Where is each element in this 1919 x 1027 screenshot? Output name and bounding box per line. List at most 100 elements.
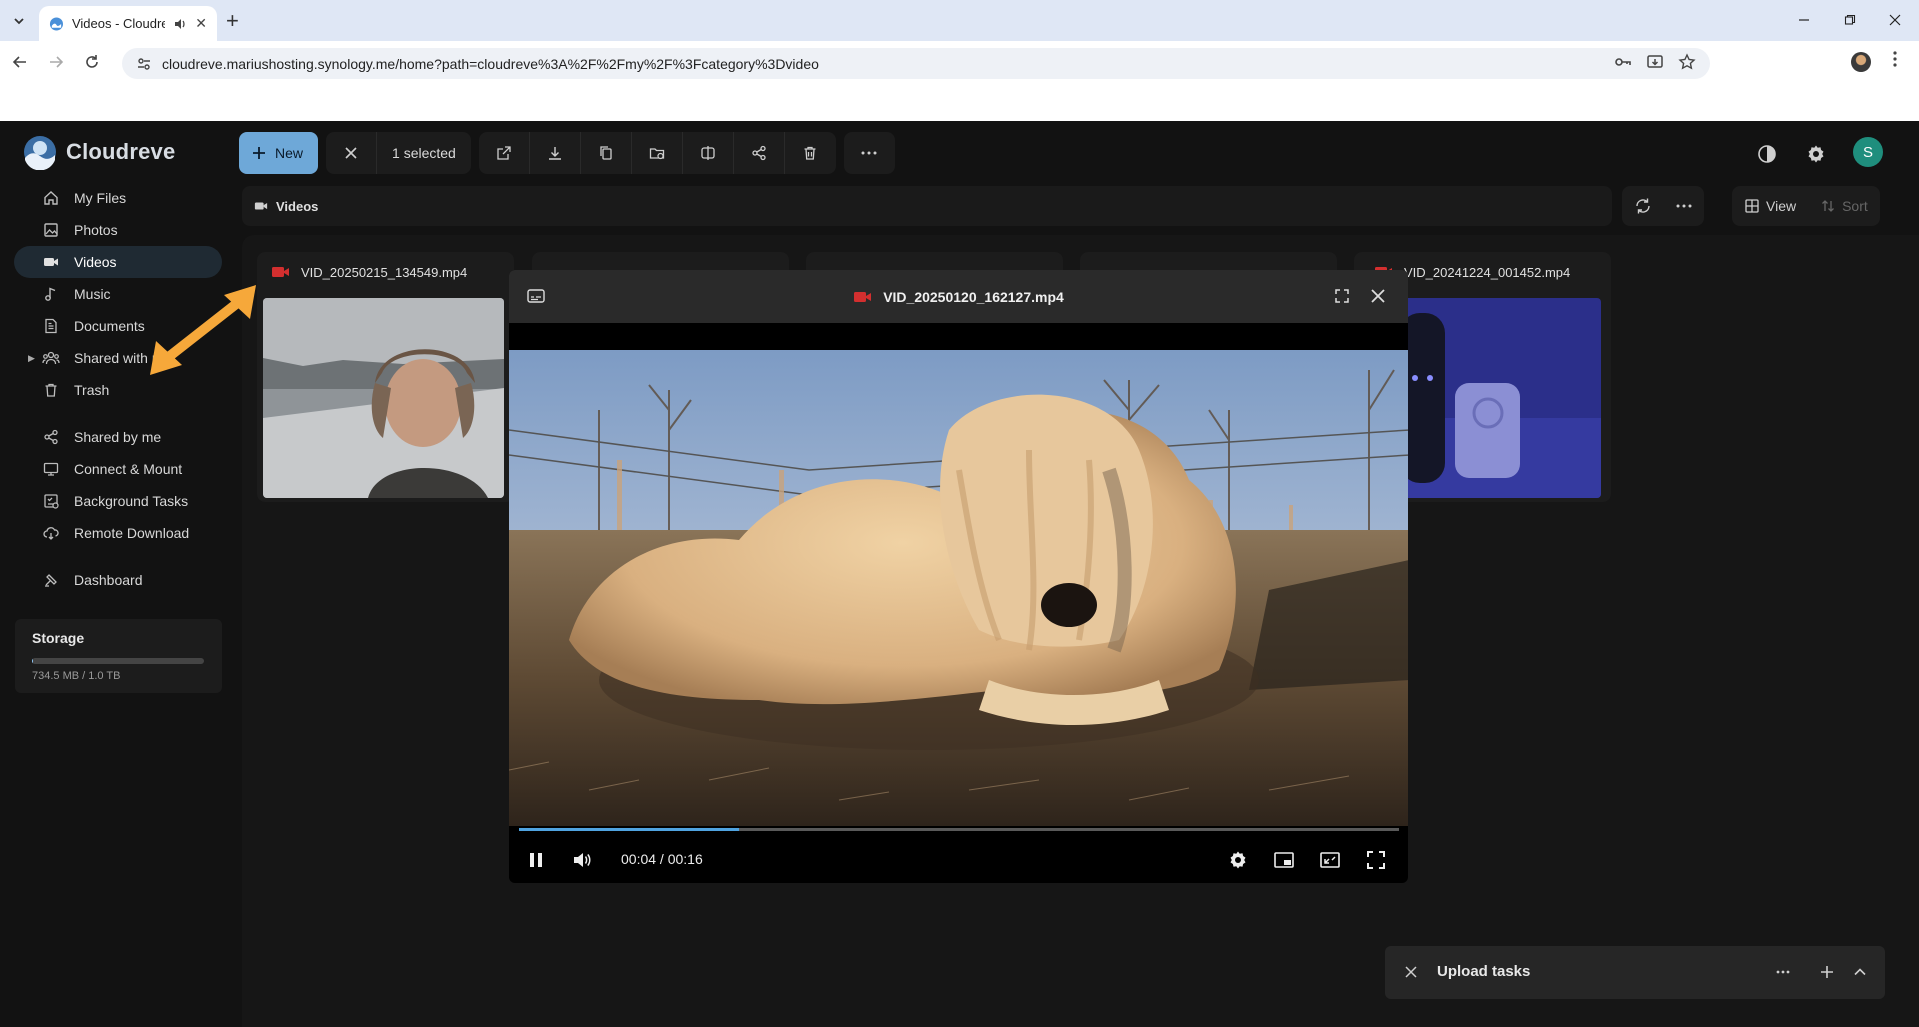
compare-button[interactable] — [683, 132, 734, 174]
selection-group: 1 selected — [326, 132, 471, 174]
music-icon — [42, 285, 60, 303]
tab-close-icon[interactable]: ✕ — [195, 15, 207, 32]
app-name: Cloudreve — [66, 139, 176, 164]
sidebar-item-my-files[interactable]: My Files — [14, 182, 222, 214]
breadcrumb: Videos — [242, 186, 1612, 226]
more-horizontal-icon — [1676, 204, 1692, 208]
password-key-icon[interactable] — [1612, 51, 1634, 73]
upload-tasks-title: Upload tasks — [1437, 963, 1531, 980]
sidebar-item-background-tasks[interactable]: Background Tasks — [14, 485, 222, 517]
home-icon — [42, 189, 60, 207]
pause-icon[interactable] — [523, 847, 549, 873]
storage-bar — [32, 658, 204, 664]
sidebar-item-label: Photos — [74, 222, 118, 238]
url-text: cloudreve.mariushosting.synology.me/home… — [162, 55, 819, 72]
sort-button[interactable]: Sort — [1808, 186, 1880, 226]
forward-icon[interactable] — [45, 51, 67, 73]
browser-tab[interactable]: Videos - Cloudreve ✕ — [39, 6, 217, 41]
cloudreve-favicon-icon — [49, 16, 64, 31]
close-window-icon[interactable] — [1883, 8, 1907, 32]
picture-in-picture-icon[interactable] — [1271, 847, 1297, 873]
sidebar-item-videos[interactable]: Videos — [14, 246, 222, 278]
file-toolbar: New 1 selected — [239, 132, 895, 175]
fullscreen-icon[interactable] — [1363, 847, 1389, 873]
video-file-icon — [854, 291, 872, 302]
sidebar-item-label: Documents — [74, 318, 145, 334]
theme-toggle-icon[interactable] — [1754, 141, 1780, 167]
refresh-button[interactable] — [1622, 186, 1664, 226]
sidebar-nav: My Files Photos Videos Music Documents ▶… — [14, 182, 222, 596]
tab-title: Videos - Cloudreve — [71, 16, 166, 31]
clear-selection-button[interactable] — [326, 132, 378, 174]
share-button[interactable] — [734, 132, 785, 174]
video-settings-gear-icon[interactable] — [1225, 847, 1251, 873]
sidebar-item-remote-download[interactable]: Remote Download — [14, 517, 222, 549]
open-button[interactable] — [479, 132, 530, 174]
back-icon[interactable] — [9, 51, 31, 73]
selected-count: 1 selected — [392, 145, 456, 161]
close-player-icon[interactable] — [1367, 285, 1389, 307]
new-button-label: New — [275, 145, 304, 161]
browser-profile-avatar[interactable] — [1851, 52, 1871, 72]
file-card[interactable]: VID_20250215_134549.mp4 — [257, 252, 514, 502]
split-icon — [701, 146, 715, 160]
video-player-header: VID_20250120_162127.mp4 — [509, 270, 1408, 323]
share-icon — [752, 145, 766, 161]
install-app-icon[interactable] — [1644, 51, 1666, 73]
omnibox[interactable]: cloudreve.mariushosting.synology.me/home… — [122, 48, 1710, 79]
video-progress-bar[interactable] — [519, 828, 1399, 831]
sidebar-item-label: Trash — [74, 382, 110, 398]
storage-panel: Storage 734.5 MB / 1.0 TB — [15, 619, 222, 693]
sidebar-item-photos[interactable]: Photos — [14, 214, 222, 246]
sidebar-item-connect-mount[interactable]: Connect & Mount — [14, 453, 222, 485]
view-button[interactable]: View — [1732, 186, 1808, 226]
share-icon — [42, 428, 60, 446]
site-settings-icon[interactable] — [136, 56, 152, 72]
close-icon[interactable] — [1400, 961, 1422, 983]
volume-icon[interactable] — [569, 847, 595, 873]
more-horizontal-icon[interactable] — [1772, 961, 1794, 983]
storage-title: Storage — [32, 630, 85, 646]
new-tab-icon[interactable]: + — [226, 10, 239, 32]
settings-gear-icon[interactable] — [1803, 141, 1829, 167]
video-frame[interactable] — [509, 350, 1408, 826]
user-avatar[interactable]: S — [1853, 137, 1883, 167]
video-thumbnail — [263, 298, 504, 498]
video-title: VID_20250120_162127.mp4 — [883, 288, 1064, 305]
browser-menu-icon[interactable] — [1893, 51, 1897, 67]
breadcrumb-more-button[interactable] — [1664, 186, 1704, 226]
sidebar-item-label: Shared by me — [74, 429, 162, 445]
move-button[interactable] — [632, 132, 683, 174]
subtitles-icon[interactable] — [525, 285, 547, 307]
delete-button[interactable] — [785, 132, 836, 174]
tab-search-chevron-icon[interactable] — [8, 10, 30, 32]
file-card-header: VID_20250215_134549.mp4 — [257, 252, 514, 292]
web-fullscreen-icon[interactable] — [1317, 847, 1343, 873]
browser-spacer — [0, 83, 1919, 121]
breadcrumb-label[interactable]: Videos — [276, 199, 318, 214]
expand-icon[interactable] — [1331, 285, 1353, 307]
expand-caret-icon[interactable]: ▶ — [28, 353, 35, 364]
more-actions-button[interactable] — [844, 132, 895, 174]
video-progress-fill — [519, 828, 739, 831]
new-button[interactable]: New — [239, 132, 319, 174]
sidebar-item-shared-by-me[interactable]: Shared by me — [14, 421, 222, 453]
reload-icon[interactable] — [81, 51, 103, 73]
upload-tasks-panel: Upload tasks — [1385, 946, 1885, 999]
trash-icon — [804, 146, 816, 160]
chevron-up-icon[interactable] — [1849, 961, 1871, 983]
bookmark-star-icon[interactable] — [1676, 51, 1698, 73]
restore-icon[interactable] — [1838, 8, 1862, 32]
sidebar-item-trash[interactable]: Trash — [14, 374, 222, 406]
video-controls: 00:04 / 00:16 — [509, 836, 1408, 883]
tab-audio-icon[interactable] — [173, 17, 187, 31]
app-logo[interactable]: Cloudreve — [22, 134, 175, 170]
cloudreve-logo-icon — [24, 136, 56, 170]
add-icon[interactable] — [1816, 961, 1838, 983]
sidebar-item-dashboard[interactable]: Dashboard — [14, 564, 222, 596]
mount-icon — [42, 460, 60, 478]
minimize-icon[interactable] — [1792, 8, 1816, 32]
download-icon — [548, 147, 561, 160]
copy-button[interactable] — [581, 132, 632, 174]
download-button[interactable] — [530, 132, 581, 174]
